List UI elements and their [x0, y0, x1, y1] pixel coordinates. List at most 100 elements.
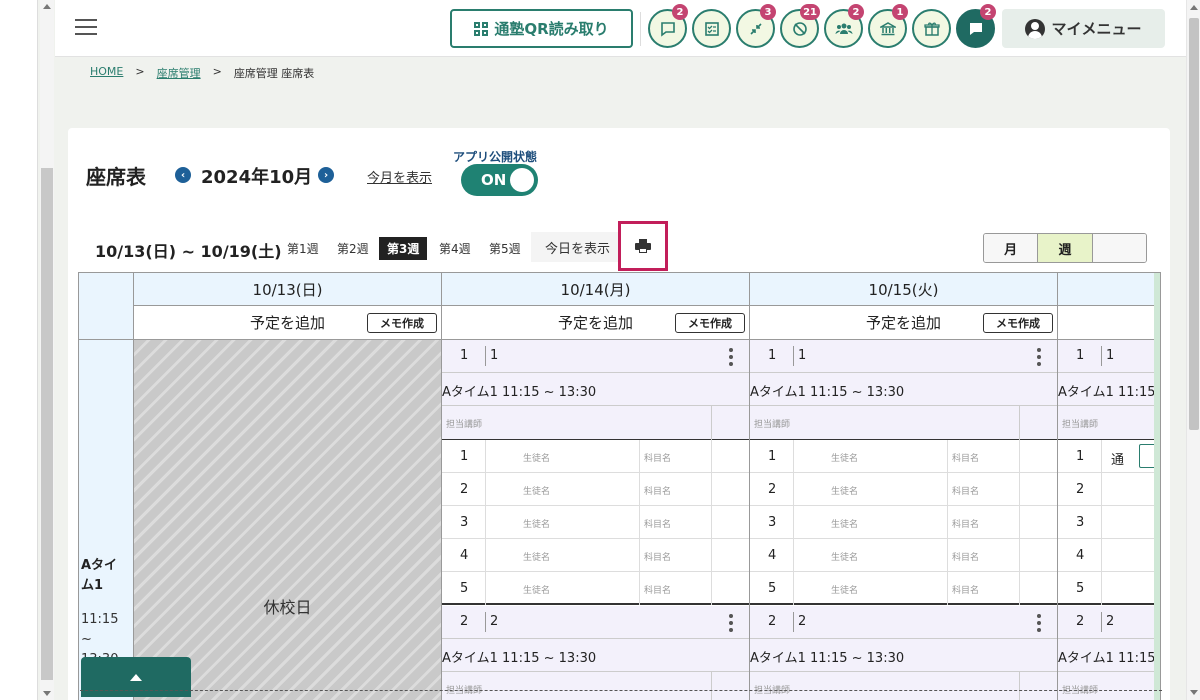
student-row[interactable]: 4 生徒名 科目名 [442, 539, 749, 572]
printer-icon [635, 239, 651, 253]
subject-placeholder: 科目名 [644, 487, 672, 497]
kebab-menu-icon[interactable] [729, 348, 733, 366]
kebab-menu-icon[interactable] [1037, 348, 1041, 366]
student-row[interactable]: 5 生徒名 科目名 [442, 572, 749, 605]
absence-button[interactable]: 21 [780, 4, 820, 48]
gift-button[interactable] [912, 9, 951, 48]
hamburger-menu-icon[interactable] [75, 19, 97, 37]
publish-toggle[interactable]: ON [461, 164, 538, 196]
teacher-row[interactable]: 担当講師 [442, 406, 749, 440]
breadcrumb-home-link[interactable]: HOME [90, 65, 123, 81]
seat-table: Aタイム1 11:15 ~ 13:30 10/13(日) 10/14(月) 10… [78, 272, 1161, 700]
list-icon [1092, 242, 1146, 254]
transfer-badge: 3 [760, 4, 776, 20]
seat-group-header: 2 2 [442, 606, 749, 639]
holiday-cell: 休校日 [134, 340, 442, 700]
subject-placeholder: 科目名 [952, 520, 980, 530]
subject-placeholder: 科目名 [644, 454, 672, 464]
print-button[interactable] [618, 221, 668, 271]
day-sub-header: 予定を追加 メモ作成 [750, 306, 1058, 340]
absence-badge: 21 [800, 4, 820, 20]
seat-time-row: Aタイム1 11:15 ~ 13:30 [750, 373, 1057, 406]
week-tab-1[interactable]: 第1週 [287, 240, 319, 257]
memo-create-button[interactable]: メモ作成 [367, 313, 437, 333]
row-number: 3 [1076, 515, 1085, 530]
memo-create-button[interactable]: メモ作成 [675, 313, 745, 333]
student-row[interactable]: 3 生徒名 科目名 [442, 506, 749, 539]
student-row[interactable]: 3 生徒名 科目名 [750, 506, 1057, 539]
week-tab-4[interactable]: 第4週 [439, 240, 471, 257]
row-number: 3 [768, 515, 777, 530]
student-placeholder: 生徒名 [831, 586, 859, 596]
subject-placeholder: 科目名 [952, 454, 980, 464]
student-placeholder: 生徒名 [523, 454, 551, 464]
seat-group-name: 2 [490, 614, 499, 629]
student-row[interactable]: 2 生徒名 科目名 [442, 473, 749, 506]
seat-time-row: Aタイム1 11:15 ~ 13:30 [750, 639, 1057, 672]
qr-scan-button[interactable]: 通塾QR読み取り [450, 9, 633, 48]
scroll-up-arrow-icon[interactable] [43, 4, 51, 9]
view-week-button[interactable]: 週 [1038, 234, 1093, 262]
subject-placeholder: 科目名 [952, 487, 980, 497]
view-month-button[interactable]: 月 [984, 234, 1039, 262]
message-button[interactable]: 2 [648, 4, 688, 48]
week-tab-5[interactable]: 第5週 [489, 240, 521, 257]
chat-button[interactable]: 2 [956, 4, 996, 48]
prev-month-icon[interactable]: ‹ [175, 167, 191, 183]
student-row[interactable]: 1通 [1058, 440, 1160, 473]
next-month-icon[interactable]: › [318, 167, 334, 183]
scrollbar-thumb[interactable] [41, 168, 53, 680]
student-row[interactable]: 3 [1058, 506, 1160, 539]
task-button[interactable] [692, 9, 731, 48]
week-tab-3[interactable]: 第3週 [379, 237, 428, 260]
student-row[interactable]: 5 [1058, 572, 1160, 605]
teacher-placeholder: 担当講師 [1062, 420, 1099, 430]
seat-group-number: 1 [768, 348, 777, 363]
breadcrumb-current: 座席管理 座席表 [233, 67, 315, 80]
teacher-row[interactable]: 担当講師 [1058, 406, 1160, 440]
scrollbar-thumb[interactable] [1189, 18, 1199, 430]
current-month: 2024年10月 [201, 167, 313, 188]
group-icon [835, 23, 852, 34]
teacher-row[interactable]: 担当講師 [750, 406, 1057, 440]
show-today-button[interactable]: 今日を表示 [531, 232, 625, 262]
student-placeholder: 生徒名 [523, 520, 551, 530]
day-column: 1 1 Aタイム1 11:15 ~ 13:30 担当講師 1 生徒名 科目名 2 生徒… [750, 340, 1058, 700]
school-button[interactable]: 1 [868, 4, 908, 48]
view-list-button[interactable] [1092, 234, 1146, 262]
qr-scan-label: 通塾QR読み取り [494, 20, 609, 38]
scroll-up-arrow-icon[interactable] [1190, 5, 1198, 10]
show-this-month-link[interactable]: 今月を表示 [367, 167, 432, 186]
transfer-button[interactable]: 3 [736, 4, 776, 48]
scroll-down-arrow-icon[interactable] [43, 691, 51, 696]
student-row[interactable]: 2 [1058, 473, 1160, 506]
student-row[interactable]: 4 生徒名 科目名 [750, 539, 1057, 572]
student-row[interactable]: 5 生徒名 科目名 [750, 572, 1057, 605]
page-scrollbar[interactable] [1186, 0, 1200, 700]
student-row[interactable]: 1 生徒名 科目名 [442, 440, 749, 473]
kebab-menu-icon[interactable] [1037, 614, 1041, 632]
chevron-up-icon [130, 673, 142, 681]
memo-create-button[interactable]: メモ作成 [983, 313, 1053, 333]
left-scrollbar[interactable] [40, 0, 54, 700]
breadcrumb-seat-mgmt-link[interactable]: 座席管理 [157, 65, 201, 81]
seat-group-number: 1 [1076, 348, 1085, 363]
row-number: 5 [460, 581, 469, 596]
table-horizontal-scroll-indicator[interactable] [1154, 273, 1160, 700]
group-button[interactable]: 2 [824, 4, 864, 48]
student-partial-text: 通 [1111, 453, 1125, 468]
row-number: 4 [1076, 548, 1085, 563]
chat-icon [969, 22, 982, 35]
scroll-down-arrow-icon[interactable] [1190, 690, 1198, 695]
time-slot-label: Aタイム1 [81, 558, 118, 593]
student-row[interactable]: 1 生徒名 科目名 [750, 440, 1057, 473]
student-placeholder: 生徒名 [831, 520, 859, 530]
message-icon [660, 21, 675, 37]
student-row[interactable]: 2 生徒名 科目名 [750, 473, 1057, 506]
week-tab-2[interactable]: 第2週 [337, 240, 369, 257]
kebab-menu-icon[interactable] [729, 614, 733, 632]
my-menu-button[interactable]: マイメニュー [1002, 9, 1165, 48]
left-panel [0, 0, 38, 700]
student-row[interactable]: 4 [1058, 539, 1160, 572]
subject-placeholder: 科目名 [952, 553, 980, 563]
